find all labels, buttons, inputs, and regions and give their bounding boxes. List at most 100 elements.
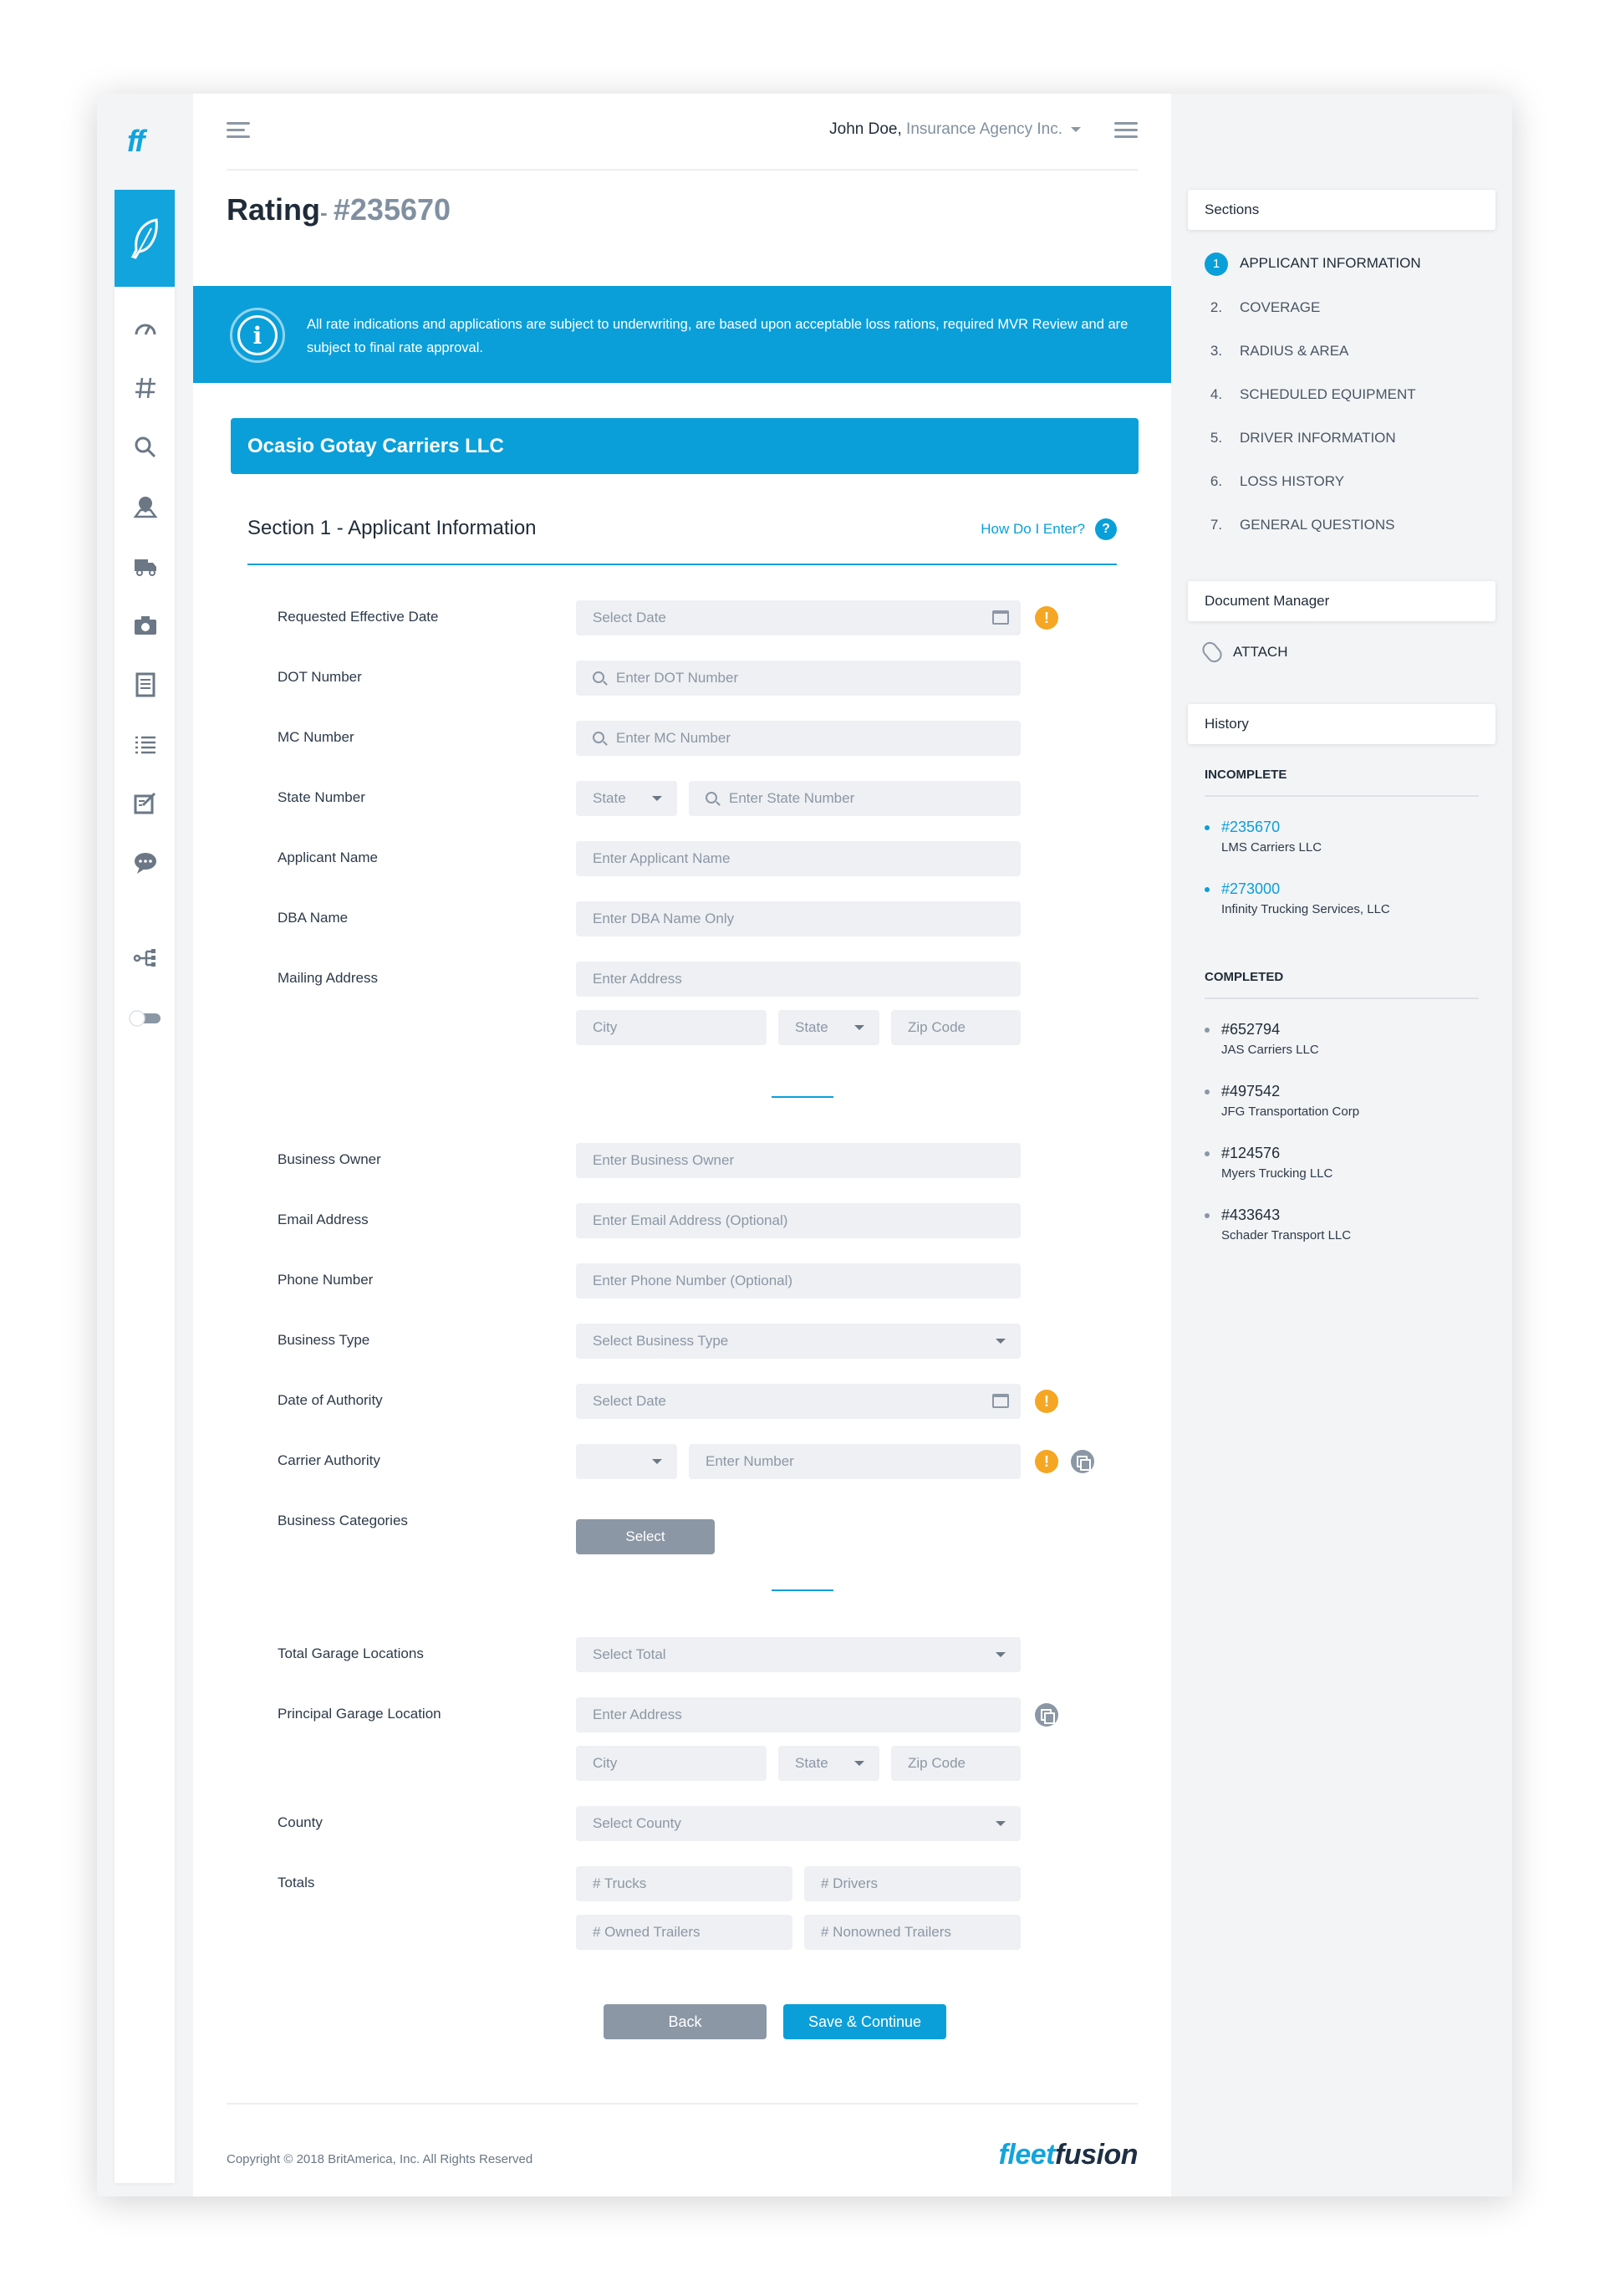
label-totals: Totals: [278, 1875, 315, 1890]
owned-trailers-input[interactable]: # Owned Trailers: [576, 1915, 792, 1950]
copy-icon[interactable]: [1035, 1703, 1058, 1727]
label-business-owner: Business Owner: [278, 1151, 381, 1167]
calendar-icon[interactable]: [992, 1394, 1009, 1408]
label-requested-effective-date: Requested Effective Date: [278, 609, 439, 625]
sections-card: Sections: [1188, 190, 1495, 230]
incomplete-heading: INCOMPLETE: [1205, 768, 1287, 782]
company-name-bar: Ocasio Gotay Carriers LLC: [231, 418, 1139, 474]
state-number-input[interactable]: Enter State Number: [689, 781, 1021, 816]
info-icon: i: [230, 308, 285, 363]
total-garage-locations-select[interactable]: Select Total: [576, 1637, 1021, 1672]
garage-zip-input[interactable]: Zip Code: [891, 1746, 1021, 1781]
back-button[interactable]: Back: [604, 2004, 767, 2039]
calendar-icon[interactable]: [992, 610, 1009, 625]
state-select[interactable]: State: [576, 781, 677, 816]
menu-icon[interactable]: [227, 122, 250, 140]
speedometer-icon[interactable]: [132, 315, 159, 342]
section-item-scheduled-equipment[interactable]: 4. SCHEDULED EQUIPMENT: [1205, 383, 1416, 406]
chevron-down-icon: [996, 1821, 1006, 1826]
applicant-name-input[interactable]: Enter Applicant Name: [576, 841, 1021, 876]
hashtag-icon[interactable]: [132, 375, 159, 401]
truck-icon[interactable]: [132, 553, 159, 579]
carrier-authority-select[interactable]: [576, 1444, 677, 1479]
help-link[interactable]: How Do I Enter??: [981, 518, 1117, 540]
incomplete-divider: [1205, 795, 1479, 797]
trucks-input[interactable]: # Trucks: [576, 1866, 792, 1901]
mc-number-input[interactable]: Enter MC Number: [576, 721, 1021, 756]
attach-button[interactable]: ATTACH: [1199, 639, 1287, 666]
warning-icon[interactable]: !: [1035, 1450, 1058, 1473]
hierarchy-icon[interactable]: [132, 945, 159, 972]
warning-icon[interactable]: !: [1035, 1390, 1058, 1413]
user-name: John Doe,: [829, 120, 902, 138]
completed-divider: [1205, 997, 1479, 999]
brand-logo: fleetfusion: [998, 2139, 1139, 2171]
edit-icon[interactable]: [132, 790, 159, 817]
label-mailing-address: Mailing Address: [278, 970, 379, 986]
dba-name-input[interactable]: Enter DBA Name Only: [576, 901, 1021, 936]
label-county: County: [278, 1814, 323, 1830]
paperclip-icon: [1199, 639, 1225, 666]
chevron-down-icon: [652, 796, 662, 801]
app-logo[interactable]: ff: [127, 124, 145, 159]
main-panel: John Doe, Insurance Agency Inc. Rating- …: [193, 94, 1171, 2197]
search-icon: [593, 671, 604, 683]
right-sidebar: Sections 1 APPLICANT INFORMATION 2. COVERA…: [1171, 94, 1512, 2197]
mailing-zip-input[interactable]: Zip Code: [891, 1010, 1021, 1045]
history-card: History: [1188, 704, 1495, 744]
section-item-coverage[interactable]: 2. COVERAGE: [1205, 296, 1320, 319]
business-owner-input[interactable]: Enter Business Owner: [576, 1143, 1021, 1178]
label-phone: Phone Number: [278, 1272, 374, 1288]
email-field[interactable]: Enter Email Address (Optional): [576, 1203, 1021, 1238]
camera-icon[interactable]: [132, 612, 159, 639]
carrier-authority-number-input[interactable]: Enter Number: [689, 1444, 1021, 1479]
document-icon[interactable]: [132, 671, 159, 698]
mailing-city-input[interactable]: City: [576, 1010, 767, 1045]
search-icon: [593, 732, 604, 743]
section-item-radius-area[interactable]: 3. RADIUS & AREA: [1205, 339, 1348, 363]
user-menu[interactable]: John Doe, Insurance Agency Inc.: [829, 120, 1081, 139]
chevron-down-icon: [854, 1025, 864, 1030]
copy-icon[interactable]: [1071, 1450, 1094, 1473]
left-rail: ff: [97, 94, 191, 2197]
requested-effective-date-input[interactable]: Select Date: [576, 600, 1021, 635]
nav-icon-column: [115, 190, 175, 2183]
date-of-authority-input[interactable]: Select Date: [576, 1384, 1021, 1419]
section-item-loss-history[interactable]: 6. LOSS HISTORY: [1205, 470, 1344, 493]
garage-state-select[interactable]: State: [778, 1746, 879, 1781]
section-item-general-questions[interactable]: 7. GENERAL QUESTIONS: [1205, 513, 1395, 537]
warning-icon[interactable]: !: [1035, 606, 1058, 630]
principal-garage-address-input[interactable]: Enter Address: [576, 1697, 1021, 1732]
chat-icon[interactable]: [132, 850, 159, 876]
search-icon: [706, 792, 717, 804]
footer-divider: [227, 2103, 1138, 2105]
page-title: Rating- #235670: [227, 192, 451, 227]
drivers-input[interactable]: # Drivers: [804, 1866, 1021, 1901]
business-type-select[interactable]: Select Business Type: [576, 1324, 1021, 1359]
search-icon[interactable]: [132, 434, 159, 461]
business-categories-select-button[interactable]: Select: [576, 1519, 715, 1554]
county-select[interactable]: Select County: [576, 1806, 1021, 1841]
mailing-state-select[interactable]: State: [778, 1010, 879, 1045]
label-total-garage-locations: Total Garage Locations: [278, 1645, 424, 1661]
save-continue-button[interactable]: Save & Continue: [783, 2004, 946, 2039]
chevron-down-icon: [996, 1652, 1006, 1657]
nav-rating[interactable]: [115, 190, 175, 287]
phone-field[interactable]: Enter Phone Number (Optional): [576, 1263, 1021, 1299]
toggle-icon[interactable]: [129, 1004, 162, 1031]
map-pin-icon[interactable]: [132, 493, 159, 520]
menu-right-icon[interactable]: [1114, 122, 1138, 140]
garage-city-input[interactable]: City: [576, 1746, 767, 1781]
section-item-applicant-information[interactable]: 1 APPLICANT INFORMATION: [1205, 253, 1421, 276]
list-icon[interactable]: [132, 731, 159, 758]
chevron-down-icon: [652, 1459, 662, 1464]
info-banner: i All rate indications and applications …: [193, 286, 1171, 383]
dot-number-input[interactable]: Enter DOT Number: [576, 661, 1021, 696]
section-item-driver-information[interactable]: 5. DRIVER INFORMATION: [1205, 426, 1396, 450]
label-mc-number: MC Number: [278, 729, 354, 745]
completed-heading: COMPLETED: [1205, 970, 1284, 984]
nonowned-trailers-input[interactable]: # Nonowned Trailers: [804, 1915, 1021, 1950]
document-manager-card: Document Manager: [1188, 581, 1495, 621]
mailing-address-input[interactable]: Enter Address: [576, 962, 1021, 997]
label-carrier-authority: Carrier Authority: [278, 1452, 380, 1468]
